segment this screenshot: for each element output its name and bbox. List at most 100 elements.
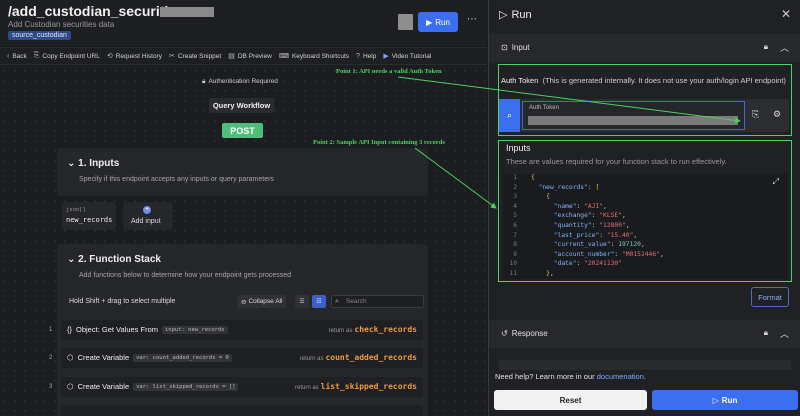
step-number: 2 [49,355,53,361]
method-badge[interactable]: POST [222,123,263,138]
copy-endpoint-url-button[interactable]: ⎘ Copy Endpoint URL [34,52,100,60]
add-input-label: Add input [131,218,161,225]
function-step-3[interactable]: ⬡ Create Variable var: list_skipped_record… [61,377,423,397]
expand-icon[interactable]: ⤢ [773,177,779,187]
step-label-group: ⬡ Create Variable var: count_added_records… [67,353,232,362]
inputs-card-subtitle: Specify if this endpoint accepts any inp… [79,176,274,183]
database-icon: ▤ [228,53,235,60]
db-preview-button[interactable]: ▤ DB Preview [228,52,272,61]
auth-required-label[interactable]: 🔒︎ Authentication Required [202,78,278,86]
function-stack-subtitle: Add functions below to determine how you… [79,272,292,279]
return-prefix: return as [294,385,319,391]
run-button-label: Run [435,17,450,27]
line-text: "quantity": "12800", [553,221,630,229]
help-label: Help [362,52,377,60]
run-request-button[interactable]: ▷ Run [652,390,798,410]
line-number: 7 [513,231,517,239]
documentation-link[interactable]: documenation [597,372,644,381]
run-request-label: Run [721,395,738,405]
line-text: "date": "20241130" [553,260,623,268]
copy-icon[interactable]: ⎘ [752,109,759,120]
back-button[interactable]: ‹ Back [7,53,27,60]
step-label-group: ⬡ Create Variable var: list_skipped_record… [67,382,239,391]
create-snippet-button[interactable]: ✂ Create Snippet [169,52,221,61]
inputs-subtitle: These are values required for your funct… [506,157,727,166]
function-step-1[interactable]: {} Object: Get Values From input: new_reco… [61,320,423,340]
video-tutorial-button[interactable]: ▶ Video Tutorial [383,52,431,61]
code-line: 7 "last_price": "15.40", [503,232,787,242]
auth-token-field[interactable]: Auth Token [522,101,745,130]
input-section-label: ⊡ Input [501,43,530,52]
add-input-button[interactable]: + Add input [123,202,173,230]
search-icon[interactable]: ⌕ [499,99,520,132]
inputs-title: Inputs [506,143,531,153]
response-section-text: Response [511,329,548,338]
run-panel-title-text: Run [511,8,532,21]
close-icon[interactable]: ✕ [781,7,791,21]
request-history-button[interactable]: ⟲ Request History [106,52,162,61]
collapse-all-label: Collapse All [248,298,283,305]
annotation-point-2: Point 2: Sample API Input containing 3 r… [313,139,445,146]
input-section-header[interactable]: ⊡ Input 🔒︎ ︿ [489,34,800,62]
auth-token-section: Auth Token (This is generated internally… [498,64,792,136]
redacted-button[interactable] [398,14,413,30]
line-text: "account_number": "M0152446", [553,250,664,258]
endpoint-tag[interactable]: source_custodian [8,31,71,40]
detail-view-toggle[interactable]: ☷ [312,295,326,308]
detail-list-icon: ☷ [316,299,322,305]
help-button[interactable]: ? Help [356,53,376,60]
list-view-toggle[interactable]: ☰ [295,295,309,308]
code-line: 10 "date": "20241130" [503,260,787,270]
step-return: return as list_skipped_records [295,382,417,391]
code-line: 3 { [503,193,787,203]
db-preview-label: DB Preview [237,52,272,60]
reset-button[interactable]: Reset [494,390,647,410]
endpoint-subtitle: Add Custodian securities data [8,20,115,29]
line-text: "current_value": 197120, [553,241,645,249]
lock-icon: 🔒︎ [202,78,206,85]
variable-icon: ⬡ [67,382,74,391]
help-text-end: . [643,372,646,381]
line-number: 6 [513,221,517,229]
function-step-2[interactable]: ⬡ Create Variable var: count_added_records… [61,348,423,368]
line-number: 11 [509,269,517,277]
return-var: count_added_records [325,353,417,362]
lock-icon: 🔒︎ [763,328,768,337]
line-text: { [531,174,535,181]
code-lines: 1{2 "new_records": [3 {4 "name": "AJI", 5… [503,174,787,280]
line-number: 8 [513,241,517,249]
format-button[interactable]: Format [751,287,789,307]
response-section-header[interactable]: ↺ Response 🔒︎ ︿ [489,320,800,348]
hold-shift-hint: Hold Shift + drag to select multiple [69,298,176,305]
line-text: "exchange": "KLSE", [553,212,626,220]
json-editor[interactable]: 1{2 "new_records": [3 {4 "name": "AJI", 5… [503,174,787,279]
auth-token-description: Auth Token (This is generated internally… [501,75,787,86]
auth-token-field-label: Auth Token [529,105,559,111]
function-step-4-partial[interactable] [61,405,423,416]
function-search-input[interactable]: ⌕ Search [331,295,424,308]
history-icon: ⟲ [106,53,113,60]
plus-icon: + [143,206,151,214]
input-name: new_records [66,216,113,224]
collapse-all-button[interactable]: ⊖ Collapse All [237,295,287,308]
keyboard-shortcuts-button[interactable]: ⌨ Keyboard Shortcuts [279,52,349,61]
return-var: check_records [354,325,417,334]
step-label: Create Variable [77,353,130,362]
input-chip-new-records[interactable]: json[] new_records [62,202,116,230]
run-button[interactable]: ▶ Run [418,12,458,32]
line-number: 1 [513,174,517,181]
gear-icon[interactable]: ⚙ [773,109,781,120]
auth-token-title: Auth Token [501,76,539,85]
inputs-card-title[interactable]: ⌄ 1. Inputs [67,158,119,169]
auth-required-text: Authentication Required [208,78,278,85]
play-icon: ▷ [712,395,719,405]
auth-token-note: (This is generated internally. It does n… [542,76,786,85]
step-code: input: new_records [162,325,228,334]
line-number: 10 [509,260,517,268]
line-number: 4 [513,202,517,210]
return-prefix: return as [328,328,353,334]
annotation-point-1: Point 1: API needs a valid Auth Token [336,68,442,75]
code-line: 9 "account_number": "M0152446", [503,251,787,261]
function-stack-title[interactable]: ⌄ 2. Function Stack [67,254,161,265]
more-menu-icon[interactable]: ⋯ [467,14,477,25]
